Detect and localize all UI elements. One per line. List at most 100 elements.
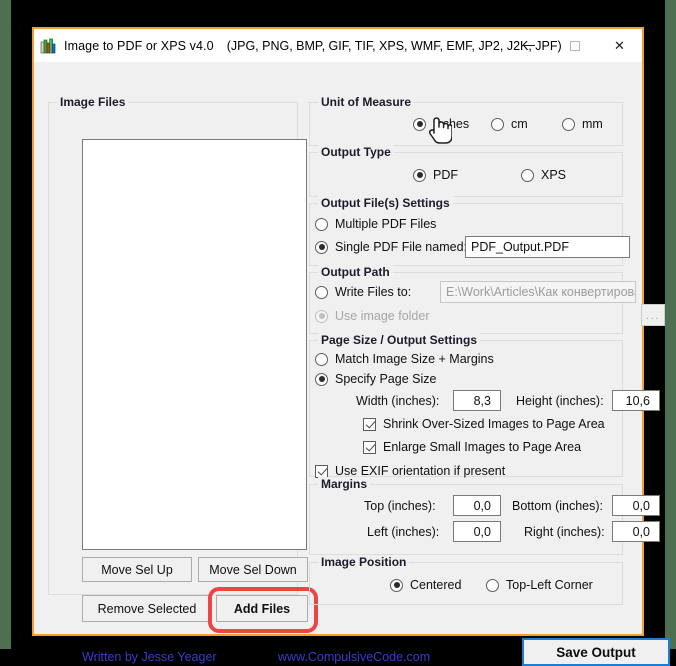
radio-unit-inches[interactable]: inches xyxy=(413,117,469,131)
desktop-strip-right xyxy=(665,0,676,649)
radio-label: XPS xyxy=(541,168,567,182)
margin-right-label: Right (inches): xyxy=(524,525,605,539)
radio-label: Multiple PDF Files xyxy=(335,217,437,231)
radio-label: Single PDF File named: xyxy=(335,240,468,254)
radio-indicator xyxy=(315,240,328,254)
radio-indicator xyxy=(315,309,328,323)
output-path-group-label: Output Path xyxy=(318,265,393,279)
radio-label: Use image folder xyxy=(335,309,430,323)
radio-output-xps[interactable]: XPS xyxy=(521,168,566,182)
radio-indicator xyxy=(315,352,328,366)
output-type-group-label: Output Type xyxy=(318,145,394,159)
radio-multiple-pdf-files[interactable]: Multiple PDF Files xyxy=(315,217,436,231)
radio-write-files-to[interactable]: Write Files to: xyxy=(315,285,411,299)
page-size-group-label: Page Size / Output Settings xyxy=(318,333,481,347)
image-files-listbox[interactable] xyxy=(82,139,307,550)
radio-single-pdf-file[interactable]: Single PDF File named: xyxy=(315,240,467,254)
page-width-input[interactable]: 8,3 xyxy=(453,390,501,411)
checkbox-indicator xyxy=(363,440,376,454)
radio-label: PDF xyxy=(433,168,458,182)
move-sel-up-button[interactable]: Move Sel Up xyxy=(82,557,192,582)
move-sel-down-button[interactable]: Move Sel Down xyxy=(198,557,308,582)
radio-label: mm xyxy=(582,117,603,131)
checkbox-indicator xyxy=(315,464,328,478)
radio-indicator xyxy=(315,217,328,231)
checkbox-label: Use EXIF orientation if present xyxy=(335,464,506,478)
margin-left-input[interactable]: 0,0 xyxy=(453,521,501,542)
checkbox-label: Enlarge Small Images to Page Area xyxy=(383,440,582,454)
image-files-group-label: Image Files xyxy=(57,95,129,109)
radio-indicator xyxy=(390,578,403,592)
margin-top-label: Top (inches): xyxy=(364,499,436,513)
save-output-button[interactable]: Save Output xyxy=(522,638,670,666)
margin-bottom-input[interactable]: 0,0 xyxy=(612,495,660,516)
margin-left-value: 0,0 xyxy=(473,524,491,539)
add-files-button[interactable]: Add Files xyxy=(216,595,308,622)
margin-top-input[interactable]: 0,0 xyxy=(453,495,501,516)
output-files-settings-group-label: Output File(s) Settings xyxy=(318,196,453,210)
margin-left-label: Left (inches): xyxy=(367,525,440,539)
output-path-value: E:\Work\Articles\Как конвертирова xyxy=(446,285,635,299)
footer-author-link[interactable]: Written by Jesse Yeager xyxy=(82,650,217,664)
radio-label: inches xyxy=(433,117,470,131)
radio-indicator xyxy=(315,285,328,299)
radio-label: Write Files to: xyxy=(335,285,412,299)
title-bar: Image to PDF or XPS v4.0 (JPG, PNG, BMP,… xyxy=(34,29,642,62)
radio-label: Specify Page Size xyxy=(335,372,437,386)
margin-bottom-value: 0,0 xyxy=(632,498,650,513)
page-height-input[interactable]: 10,6 xyxy=(612,390,660,411)
radio-indicator xyxy=(486,578,499,592)
window-title: Image to PDF or XPS v4.0 xyxy=(64,38,214,53)
application-window: Image to PDF or XPS v4.0 (JPG, PNG, BMP,… xyxy=(32,27,670,666)
page-height-label: Height (inches): xyxy=(516,394,604,408)
margin-right-value: 0,0 xyxy=(632,524,650,539)
checkbox-use-exif-orientation[interactable]: Use EXIF orientation if present xyxy=(315,464,505,478)
single-pdf-filename-input[interactable]: PDF_Output.PDF xyxy=(465,236,630,258)
minimize-button[interactable] xyxy=(507,29,552,62)
checkbox-shrink-oversized[interactable]: Shrink Over-Sized Images to Page Area xyxy=(363,417,605,431)
desktop-strip-left xyxy=(0,0,11,649)
radio-unit-mm[interactable]: mm xyxy=(562,117,603,131)
radio-specify-page-size[interactable]: Specify Page Size xyxy=(315,372,436,386)
maximize-icon xyxy=(569,40,580,51)
page-width-value: 8,3 xyxy=(473,393,491,408)
margins-group-label: Margins xyxy=(318,477,371,491)
browse-path-button[interactable]: ... xyxy=(641,304,665,326)
radio-indicator xyxy=(315,372,328,386)
page-width-label: Width (inches): xyxy=(356,394,440,408)
checkbox-label: Shrink Over-Sized Images to Page Area xyxy=(383,417,605,431)
radio-position-centered[interactable]: Centered xyxy=(390,578,461,592)
radio-label: Centered xyxy=(410,578,462,592)
radio-indicator xyxy=(491,117,504,131)
close-button[interactable]: ✕ xyxy=(597,29,642,62)
unit-of-measure-group-label: Unit of Measure xyxy=(318,95,415,109)
radio-output-pdf[interactable]: PDF xyxy=(413,168,458,182)
radio-indicator xyxy=(562,117,575,131)
remove-selected-button[interactable]: Remove Selected xyxy=(82,595,212,622)
minimize-icon xyxy=(524,44,535,47)
margin-top-value: 0,0 xyxy=(473,498,491,513)
single-pdf-filename-value: PDF_Output.PDF xyxy=(471,240,569,254)
margin-bottom-label: Bottom (inches): xyxy=(512,499,604,513)
page-height-value: 10,6 xyxy=(625,393,650,408)
radio-match-image-size[interactable]: Match Image Size + Margins xyxy=(315,352,494,366)
radio-indicator xyxy=(413,168,426,182)
radio-label: cm xyxy=(511,117,528,131)
radio-label: Match Image Size + Margins xyxy=(335,352,494,366)
output-path-input[interactable]: E:\Work\Articles\Как конвертирова xyxy=(440,281,636,303)
radio-indicator xyxy=(521,168,534,182)
image-position-group-label: Image Position xyxy=(318,555,410,569)
app-books-icon xyxy=(40,38,56,53)
maximize-button[interactable] xyxy=(552,29,597,62)
checkbox-indicator xyxy=(363,417,376,431)
radio-position-top-left[interactable]: Top-Left Corner xyxy=(486,578,593,592)
radio-label: Top-Left Corner xyxy=(506,578,593,592)
radio-use-image-folder[interactable]: Use image folder xyxy=(315,309,430,323)
radio-unit-cm[interactable]: cm xyxy=(491,117,528,131)
output-type-group: Output Type xyxy=(309,145,623,197)
margin-right-input[interactable]: 0,0 xyxy=(612,521,660,542)
radio-indicator xyxy=(413,117,426,131)
client-area: Image Files Move Sel Up Move Sel Down Re… xyxy=(34,62,670,666)
checkbox-enlarge-small[interactable]: Enlarge Small Images to Page Area xyxy=(363,440,581,454)
footer-website-link[interactable]: www.CompulsiveCode.com xyxy=(278,650,430,664)
